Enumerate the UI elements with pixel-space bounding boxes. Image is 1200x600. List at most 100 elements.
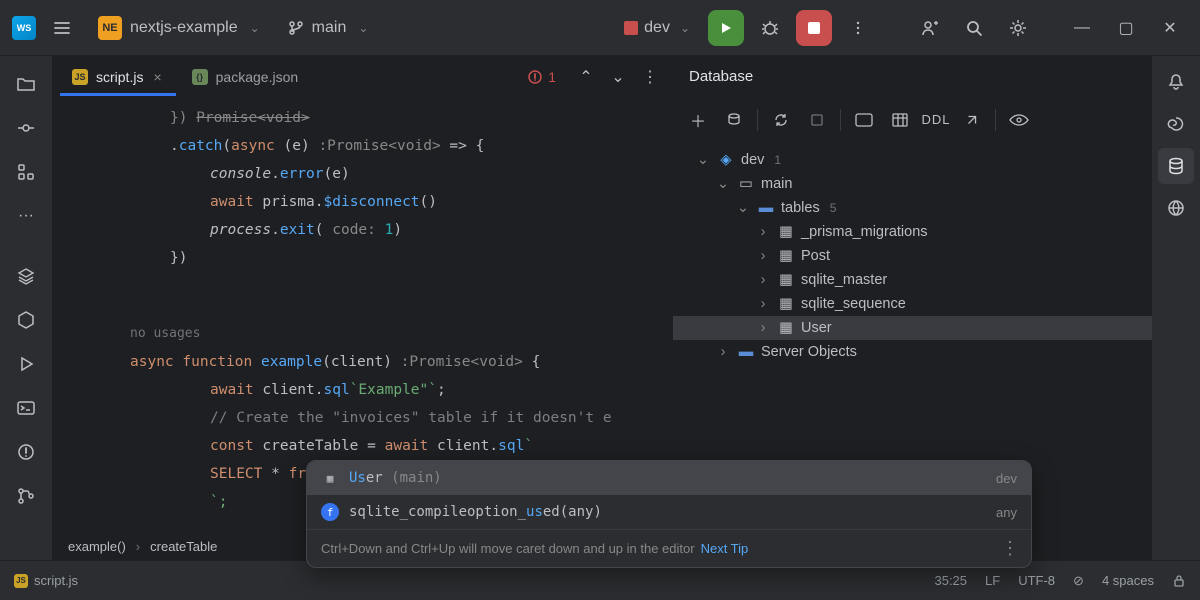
branch-selector[interactable]: main ⌄	[278, 13, 379, 43]
tab-script-js[interactable]: JS script.js ×	[60, 61, 176, 96]
tab-package-json[interactable]: {} package.json	[180, 61, 311, 93]
bug-icon	[760, 18, 780, 38]
db-table-row[interactable]: › ▦ _prisma_migrations	[673, 220, 1152, 244]
person-plus-icon	[920, 18, 940, 38]
app-logo: WS	[12, 16, 36, 40]
folder-icon	[16, 74, 36, 94]
db-gear-icon	[726, 112, 742, 128]
play-outline-icon	[17, 355, 35, 373]
status-encoding[interactable]: UTF-8	[1018, 573, 1055, 588]
search-icon	[964, 18, 984, 38]
close-icon[interactable]: ×	[151, 69, 163, 85]
vcs-tool-button[interactable]	[6, 476, 46, 516]
db-node-tables[interactable]: ⌄ ▬ tables 5	[673, 196, 1152, 220]
error-indicator[interactable]: 1	[516, 69, 568, 85]
bell-icon	[1167, 73, 1185, 91]
main-menu-button[interactable]	[44, 10, 80, 46]
collapse-icon	[964, 112, 980, 128]
run-config-selector[interactable]: dev ⌄	[614, 13, 700, 43]
git-icon	[16, 486, 36, 506]
database-icon	[1167, 157, 1185, 175]
folder-icon: ▬	[757, 200, 775, 216]
collapse-all-button[interactable]	[955, 103, 989, 137]
completion-popup: ▦ User (main) dev f sqlite_compileoption…	[306, 460, 1032, 568]
jump-to-console-button[interactable]	[847, 103, 881, 137]
db-table-row[interactable]: › ▦ Post	[673, 244, 1152, 268]
tab-options-button[interactable]: ⋮	[636, 63, 664, 91]
refresh-button[interactable]	[764, 103, 798, 137]
db-table-row[interactable]: › ▦ sqlite_sequence	[673, 292, 1152, 316]
table-icon	[892, 113, 908, 127]
db-node-schema[interactable]: ⌄ ▭ main	[673, 172, 1152, 196]
terminal-icon	[16, 398, 36, 418]
run-tool-button[interactable]	[6, 344, 46, 384]
breadcrumb-item[interactable]: createTable	[150, 539, 217, 554]
datasource-properties-button[interactable]	[717, 103, 751, 137]
completion-item[interactable]: f sqlite_compileoption_used(any) any	[307, 495, 1031, 529]
status-language-icon[interactable]: ⊘	[1073, 573, 1084, 589]
project-tool-button[interactable]	[6, 64, 46, 104]
db-node-datasource[interactable]: ⌄ ◈ dev 1	[673, 148, 1152, 172]
datasource-icon: ◈	[717, 152, 735, 168]
refresh-icon	[773, 112, 789, 128]
gear-icon	[1008, 18, 1028, 38]
chevron-down-icon: ⌄	[250, 21, 260, 35]
eye-icon	[1009, 113, 1029, 127]
function-icon: f	[321, 503, 339, 521]
branch-icon	[288, 20, 304, 36]
more-tools-button[interactable]: ···	[6, 196, 46, 236]
terminal-tool-button[interactable]	[6, 388, 46, 428]
settings-button[interactable]	[1000, 10, 1036, 46]
breadcrumb-item[interactable]: example()	[68, 539, 126, 554]
table-icon: ▦	[777, 320, 795, 336]
npm-icon	[624, 21, 638, 35]
ai-assistant-button[interactable]	[1158, 106, 1194, 142]
status-line-separator[interactable]: LF	[985, 573, 1000, 588]
status-indent[interactable]: 4 spaces	[1102, 573, 1154, 588]
close-window-button[interactable]: ✕	[1152, 10, 1188, 46]
ddl-button[interactable]: DDL	[919, 103, 953, 137]
tab-label: script.js	[96, 69, 143, 85]
run-button[interactable]	[708, 10, 744, 46]
status-file[interactable]: JS script.js	[14, 573, 78, 588]
completion-item[interactable]: ▦ User (main) dev	[307, 461, 1031, 495]
nav-down-button[interactable]: ⌄	[604, 63, 632, 91]
status-lock-icon[interactable]	[1172, 574, 1186, 588]
table-icon: ▦	[777, 296, 795, 312]
chevron-right-icon: ›	[755, 272, 771, 288]
more-actions-button[interactable]	[840, 10, 876, 46]
structure-tool-button[interactable]	[6, 152, 46, 192]
schema-icon: ▭	[737, 176, 755, 192]
table-view-button[interactable]	[883, 103, 917, 137]
stop-refresh-button[interactable]	[800, 103, 834, 137]
nav-up-button[interactable]: ⌃	[572, 63, 600, 91]
project-selector[interactable]: NE nextjs-example ⌄	[88, 10, 270, 46]
next-tip-link[interactable]: Next Tip	[701, 541, 749, 556]
js-file-icon: JS	[14, 574, 28, 588]
database-tool-button[interactable]	[1158, 148, 1194, 184]
maximize-window-button[interactable]: ▢	[1108, 10, 1144, 46]
collaborate-button[interactable]	[912, 10, 948, 46]
db-table-row[interactable]: › ▦ User	[673, 316, 1152, 340]
db-node-server-objects[interactable]: › ▬ Server Objects	[673, 340, 1152, 364]
notifications-button[interactable]	[1158, 64, 1194, 100]
status-position[interactable]: 35:25	[934, 573, 967, 588]
chevron-right-icon: ›	[755, 296, 771, 312]
search-button[interactable]	[956, 10, 992, 46]
database-panel-title: Database	[673, 56, 1152, 98]
chevron-right-icon: ›	[715, 344, 731, 360]
web-tool-button[interactable]	[1158, 190, 1194, 226]
add-datasource-button[interactable]: ＋	[681, 103, 715, 137]
show-options-button[interactable]	[1002, 103, 1036, 137]
services-tool-button[interactable]	[6, 300, 46, 340]
npm-tool-button[interactable]	[6, 256, 46, 296]
problems-tool-button[interactable]	[6, 432, 46, 472]
stop-button[interactable]	[796, 10, 832, 46]
tip-more-button[interactable]: ⋮	[1001, 538, 1017, 559]
debug-button[interactable]	[752, 10, 788, 46]
stack-icon	[16, 266, 36, 286]
minimize-window-button[interactable]: —	[1064, 10, 1100, 46]
database-toolbar: ＋ DDL	[673, 98, 1152, 142]
commit-tool-button[interactable]	[6, 108, 46, 148]
db-table-row[interactable]: › ▦ sqlite_master	[673, 268, 1152, 292]
